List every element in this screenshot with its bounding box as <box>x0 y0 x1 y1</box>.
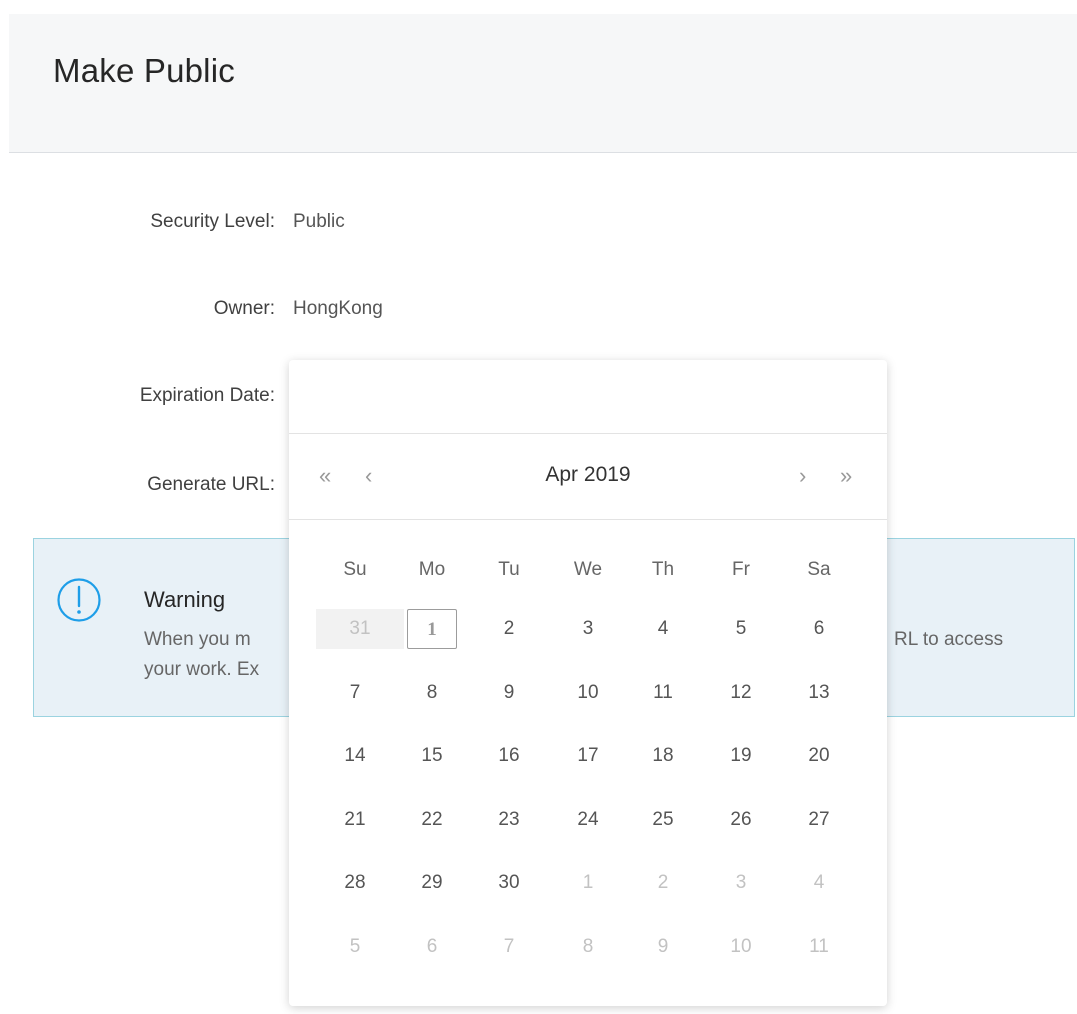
calendar-day[interactable]: 7 <box>330 673 380 713</box>
calendar-day[interactable]: 2 <box>484 609 534 649</box>
security-level-value: Public <box>293 211 345 232</box>
calendar-day[interactable]: 28 <box>330 863 380 903</box>
generate-url-label: Generate URL: <box>147 474 275 495</box>
dialog-title: Make Public <box>53 52 235 89</box>
calendar-day[interactable]: 16 <box>484 736 534 776</box>
date-input[interactable] <box>289 360 887 434</box>
calendar-day[interactable]: 22 <box>407 800 457 840</box>
owner-label: Owner: <box>213 298 275 319</box>
calendar-day[interactable]: 23 <box>484 800 534 840</box>
calendar-day[interactable]: 24 <box>563 800 613 840</box>
calendar-day[interactable]: 13 <box>794 673 844 713</box>
weekday-fr: Fr <box>732 559 750 580</box>
info-icon <box>57 578 101 622</box>
weekday-we: We <box>573 559 603 580</box>
weekday-su: Su <box>343 559 367 580</box>
warning-title: Warning <box>144 587 226 612</box>
date-picker-popup: « ‹ Apr 2019 › » Su Mo Tu We Th Fr Sa 31 1 2 3 4 5 6… <box>289 360 887 1006</box>
calendar-day[interactable]: 19 <box>716 736 766 776</box>
calendar-day[interactable]: 3 <box>716 863 766 903</box>
calendar-day[interactable]: 4 <box>794 863 844 903</box>
calendar-day[interactable]: 21 <box>330 800 380 840</box>
dialog: Make Public Security Level: Public Owner… <box>9 14 1077 1014</box>
calendar-day[interactable]: 5 <box>716 609 766 649</box>
calendar-day[interactable]: 9 <box>484 673 534 713</box>
calendar-day[interactable]: 3 <box>563 609 613 649</box>
calendar-day[interactable]: 5 <box>330 927 380 967</box>
owner-value: HongKong <box>293 298 383 319</box>
calendar-day[interactable]: 8 <box>563 927 613 967</box>
calendar-day[interactable]: 29 <box>407 863 457 903</box>
calendar-day[interactable]: 8 <box>407 673 457 713</box>
calendar-day[interactable]: 10 <box>563 673 613 713</box>
expiration-date-label: Expiration Date: <box>139 385 275 406</box>
next-month-button[interactable]: › <box>799 462 806 490</box>
calendar-day[interactable]: 1 <box>407 609 457 649</box>
calendar-day[interactable]: 6 <box>794 609 844 649</box>
dialog-header: Make Public <box>9 14 1077 153</box>
calendar-day[interactable]: 11 <box>794 927 844 967</box>
calendar-day[interactable]: 12 <box>716 673 766 713</box>
calendar-day[interactable]: 9 <box>638 927 688 967</box>
next-year-button[interactable]: » <box>840 462 852 490</box>
calendar-day[interactable]: 10 <box>716 927 766 967</box>
month-year-label[interactable]: Apr 2019 <box>289 463 887 487</box>
calendar-day[interactable]: 27 <box>794 800 844 840</box>
calendar-day[interactable]: 4 <box>638 609 688 649</box>
warning-line-1-end: RL to access <box>894 629 1004 650</box>
calendar-day[interactable]: 2 <box>638 863 688 903</box>
weekday-th: Th <box>651 559 675 580</box>
calendar-day[interactable]: 15 <box>407 736 457 776</box>
calendar-day[interactable]: 6 <box>407 927 457 967</box>
calendar-day[interactable]: 7 <box>484 927 534 967</box>
weekday-sa: Sa <box>807 559 831 580</box>
calendar-day[interactable]: 25 <box>638 800 688 840</box>
calendar-day[interactable]: 26 <box>716 800 766 840</box>
weekday-tu: Tu <box>498 559 520 580</box>
calendar-day[interactable]: 17 <box>563 736 613 776</box>
weekday-mo: Mo <box>418 559 446 580</box>
calendar-day[interactable]: 14 <box>330 736 380 776</box>
security-level-label: Security Level: <box>150 211 275 232</box>
calendar-day[interactable]: 31 <box>316 609 404 649</box>
calendar-header: « ‹ Apr 2019 › » <box>289 434 887 520</box>
calendar-day[interactable]: 1 <box>563 863 613 903</box>
calendar-day[interactable]: 30 <box>484 863 534 903</box>
calendar-day[interactable]: 18 <box>638 736 688 776</box>
calendar-day[interactable]: 11 <box>638 673 688 713</box>
calendar-day[interactable]: 20 <box>794 736 844 776</box>
